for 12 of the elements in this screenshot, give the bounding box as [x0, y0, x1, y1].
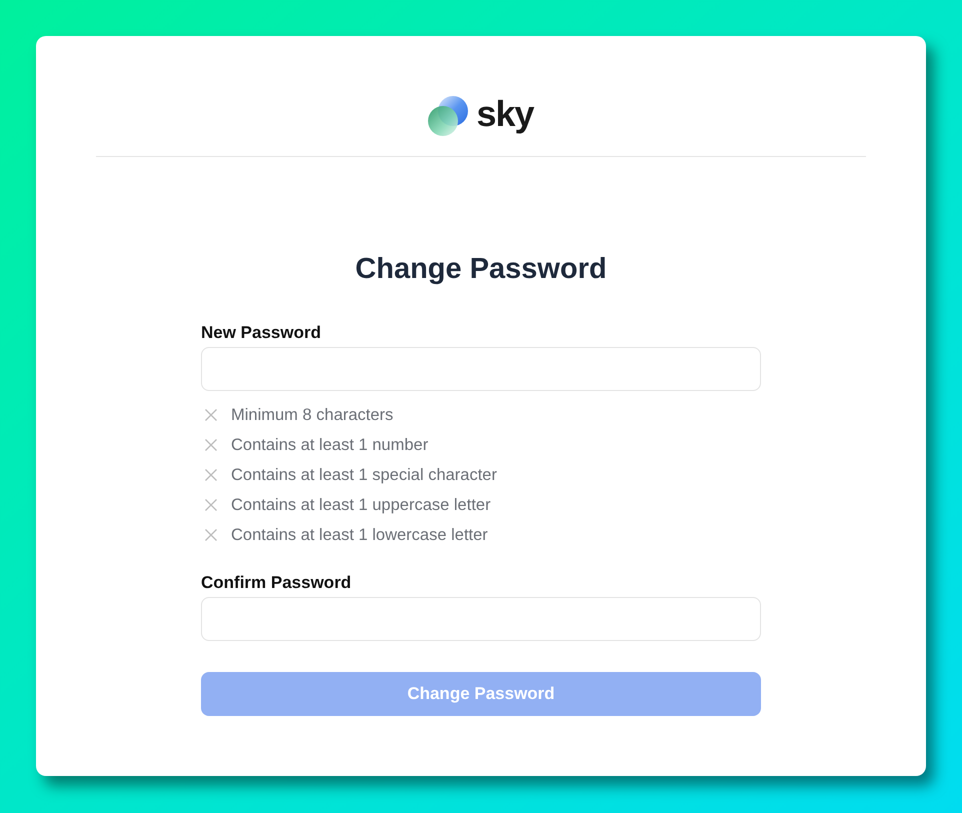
- page-title: Change Password: [355, 252, 607, 287]
- requirement-text: Minimum 8 characters: [231, 405, 394, 426]
- requirement-text: Contains at least 1 number: [231, 435, 428, 456]
- password-field[interactable]: [201, 347, 761, 391]
- logo-text: sky: [476, 94, 534, 134]
- field-label: Confirm Password: [201, 572, 352, 594]
- requirement-text: Contains at least 1 lowercase letter: [231, 525, 488, 546]
- password-field[interactable]: [201, 597, 761, 641]
- logo-icon: [428, 96, 468, 136]
- requirement-text: Contains at least 1 special character: [231, 465, 497, 486]
- requirement-text: Contains at least 1 uppercase letter: [231, 495, 491, 516]
- field-label: New Password: [201, 322, 321, 344]
